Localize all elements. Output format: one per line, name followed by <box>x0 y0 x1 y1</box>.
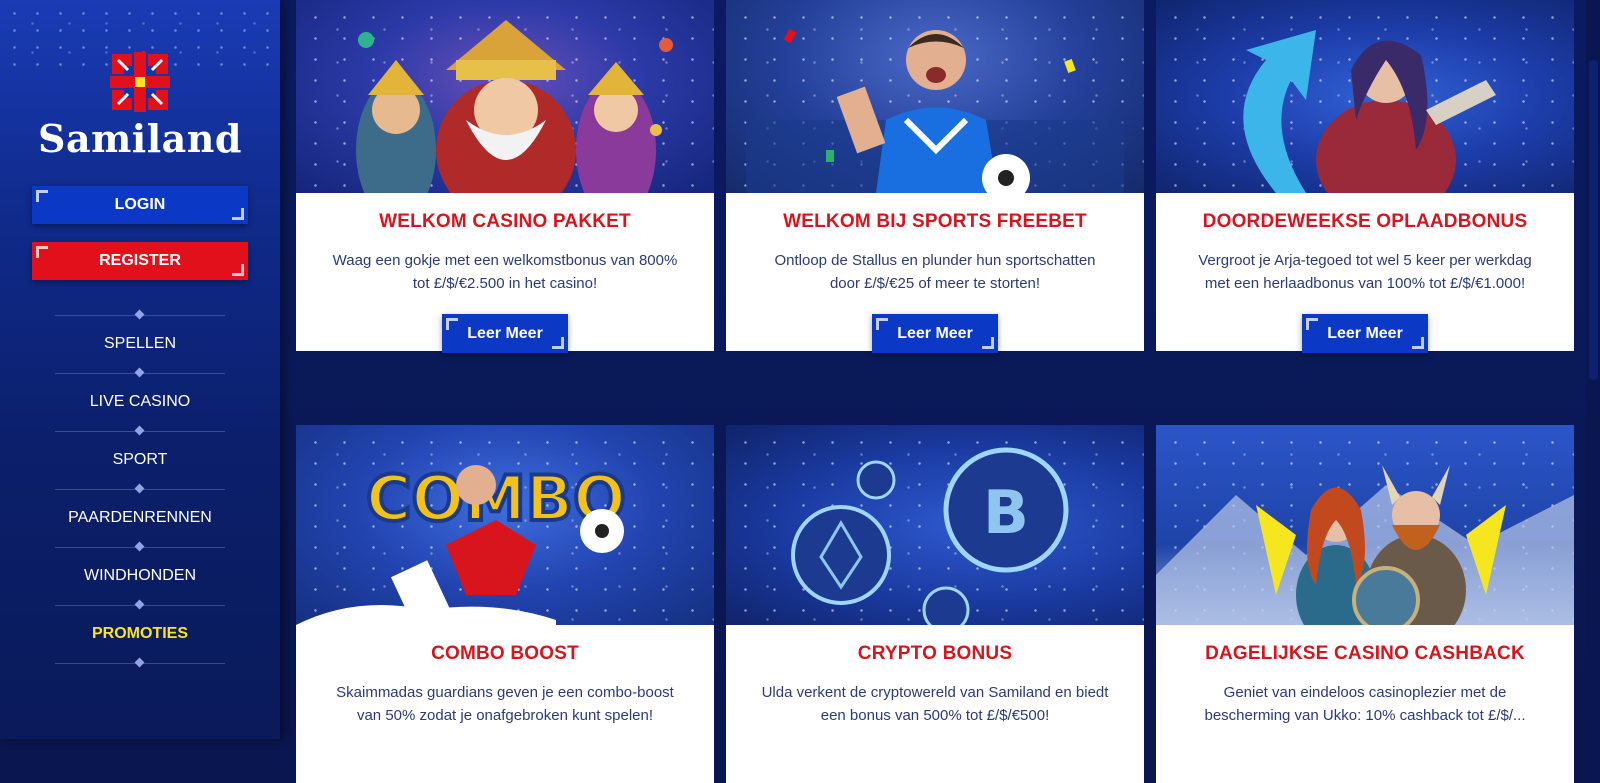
button-corner-decoration <box>36 190 48 202</box>
nav-divider <box>0 310 280 320</box>
learn-more-label: Leer Meer <box>897 324 973 342</box>
promo-body: DAGELIJKSE CASINO CASHBACK Geniet van ei… <box>1156 625 1574 783</box>
button-corner-decoration <box>876 318 888 330</box>
promo-body: DOORDEWEEKSE OPLAADBONUS Vergroot je Arj… <box>1156 193 1574 353</box>
button-corner-decoration <box>1306 318 1318 330</box>
button-corner-decoration <box>1412 337 1424 349</box>
button-corner-decoration <box>232 208 244 220</box>
scrollbar[interactable] <box>1586 0 1600 739</box>
promo-image[interactable] <box>726 0 1144 193</box>
button-corner-decoration <box>36 246 48 258</box>
promo-body: CRYPTO BONUS Ulda verkent de cryptowerel… <box>726 625 1144 783</box>
register-label: REGISTER <box>99 252 181 269</box>
nav-item-paardenrennen[interactable]: PAARDENRENNEN <box>0 494 280 542</box>
warrior-woman-illustration-icon <box>1243 30 1496 193</box>
promo-title: CRYPTO BONUS <box>857 643 1013 664</box>
promo-title: COMBO BOOST <box>431 643 579 664</box>
register-button[interactable]: REGISTER <box>32 242 248 280</box>
learn-more-label: Leer Meer <box>467 324 543 342</box>
button-corner-decoration <box>982 337 994 349</box>
sidebar: Samiland LOGIN REGISTER SPELLEN LIVE CAS… <box>0 0 280 739</box>
learn-more-button[interactable]: Leer Meer <box>1302 314 1428 353</box>
nav-item-windhonden[interactable]: WINDHONDEN <box>0 552 280 600</box>
nav-item-live-casino[interactable]: LIVE CASINO <box>0 378 280 426</box>
nav-item-spellen[interactable]: SPELLEN <box>0 320 280 368</box>
learn-more-button[interactable]: Leer Meer <box>442 314 568 353</box>
combo-football-illustration-icon: COMBO <box>296 460 628 625</box>
crypto-coins-illustration-icon: B <box>791 447 1069 625</box>
promo-card-combo-boost: COMBO COMBO BOOST Skaimmadas guardians g… <box>296 425 714 783</box>
main-nav: SPELLEN LIVE CASINO SPORT PAARDENRENNEN … <box>0 310 280 668</box>
promo-card-casino-cashback: DAGELIJKSE CASINO CASHBACK Geniet van ei… <box>1156 425 1574 783</box>
login-label: LOGIN <box>114 196 166 213</box>
promo-title: WELKOM CASINO PAKKET <box>379 211 631 232</box>
football-player-illustration-icon <box>746 28 1124 193</box>
nav-divider <box>0 484 280 494</box>
promo-image[interactable] <box>296 0 714 193</box>
promo-card-crypto-bonus: B CRYPTO BONUS Ulda verkent de cryptower… <box>726 425 1144 783</box>
nav-item-sport[interactable]: SPORT <box>0 436 280 484</box>
promo-image[interactable] <box>1156 0 1574 193</box>
nav-divider <box>0 600 280 610</box>
promo-body: WELKOM CASINO PAKKET Waag een gokje met … <box>296 193 714 353</box>
promo-card-welkom-casino: WELKOM CASINO PAKKET Waag een gokje met … <box>296 0 714 353</box>
promo-card-sports-freebet: WELKOM BIJ SPORTS FREEBET Ontloop de Sta… <box>726 0 1144 353</box>
samiland-emblem-icon <box>110 52 170 112</box>
promo-card-oplaadbonus: DOORDEWEEKSE OPLAADBONUS Vergroot je Arj… <box>1156 0 1574 353</box>
promo-body: COMBO BOOST Skaimmadas guardians geven j… <box>296 625 714 783</box>
promo-description: Ontloop de Stallus en plunder hun sports… <box>774 252 1096 292</box>
button-corner-decoration <box>552 337 564 349</box>
promo-description: Ulda verkent de cryptowereld van Samilan… <box>761 684 1109 724</box>
nav-divider <box>0 542 280 552</box>
promo-title: DAGELIJKSE CASINO CASHBACK <box>1205 643 1525 664</box>
promo-image[interactable]: B <box>726 425 1144 625</box>
brand-name: Samiland <box>38 116 242 161</box>
learn-more-label: Leer Meer <box>1327 324 1403 342</box>
norse-gods-illustration-icon <box>356 20 673 193</box>
nav-divider <box>0 658 280 668</box>
promo-description: Geniet van eindeloos casinoplezier met d… <box>1204 684 1526 724</box>
button-corner-decoration <box>446 318 458 330</box>
promo-image[interactable]: COMBO <box>296 425 714 625</box>
learn-more-button[interactable]: Leer Meer <box>872 314 998 353</box>
nav-divider <box>0 426 280 436</box>
promo-title: DOORDEWEEKSE OPLAADBONUS <box>1202 211 1528 232</box>
scrollbar-thumb[interactable] <box>1589 60 1598 380</box>
nav-divider <box>0 368 280 378</box>
viking-couple-illustration-icon <box>1156 465 1574 625</box>
svg-text:B: B <box>983 478 1029 548</box>
promotions-grid: WELKOM CASINO PAKKET Waag een gokje met … <box>280 0 1600 783</box>
promo-body: WELKOM BIJ SPORTS FREEBET Ontloop de Sta… <box>726 193 1144 353</box>
promo-image[interactable] <box>1156 425 1574 625</box>
login-button[interactable]: LOGIN <box>32 186 248 224</box>
button-corner-decoration <box>232 264 244 276</box>
brand-logo[interactable]: Samiland <box>0 50 280 161</box>
promo-description: Vergroot je Arja-tegoed tot wel 5 keer p… <box>1198 252 1532 292</box>
promo-description: Skaimmadas guardians geven je een combo-… <box>336 684 674 724</box>
promo-description: Waag een gokje met een welkomstbonus van… <box>332 252 678 292</box>
promo-title: WELKOM BIJ SPORTS FREEBET <box>783 211 1087 232</box>
nav-item-promoties[interactable]: PROMOTIES <box>0 610 280 658</box>
